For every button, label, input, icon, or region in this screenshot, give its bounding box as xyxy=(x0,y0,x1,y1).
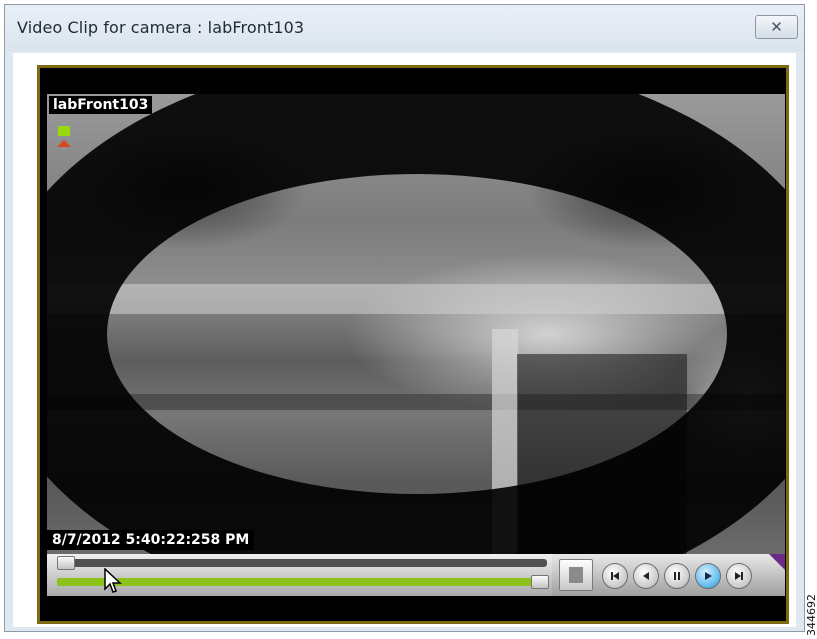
step-back-button[interactable] xyxy=(633,563,659,589)
skip-forward-button[interactable] xyxy=(726,563,752,589)
camera-label: labFront103 xyxy=(49,96,153,114)
pause-icon xyxy=(674,572,680,580)
video-frame[interactable] xyxy=(47,94,785,554)
camera-status-icon xyxy=(57,126,71,150)
step-back-icon xyxy=(643,572,649,580)
playback-controls xyxy=(47,554,785,596)
mouse-cursor-icon xyxy=(104,568,122,593)
timeline-area xyxy=(47,554,552,596)
close-button[interactable]: ✕ xyxy=(755,15,798,39)
close-icon: ✕ xyxy=(770,18,783,36)
figure-number: 344692 xyxy=(806,594,817,636)
progress-fill xyxy=(57,578,538,586)
progress-handle[interactable] xyxy=(531,575,549,589)
stop-icon xyxy=(569,567,583,583)
timestamp-overlay: 8/7/2012 5:40:22:258 PM xyxy=(47,530,255,550)
timeline-track[interactable] xyxy=(57,559,547,567)
play-icon xyxy=(705,572,712,580)
timeline-start-handle[interactable] xyxy=(57,556,75,570)
video-clip-dialog: Video Clip for camera : labFront103 ✕ la… xyxy=(4,4,805,632)
skip-back-button[interactable] xyxy=(602,563,628,589)
video-player: labFront103 8/7/2012 5:40:22:258 PM xyxy=(37,65,789,624)
dialog-content: labFront103 8/7/2012 5:40:22:258 PM xyxy=(13,53,796,627)
skip-forward-icon xyxy=(735,572,743,580)
play-button[interactable] xyxy=(695,563,721,589)
stop-button[interactable] xyxy=(559,559,593,591)
title-bar[interactable]: Video Clip for camera : labFront103 ✕ xyxy=(5,5,804,51)
progress-track[interactable] xyxy=(57,578,547,586)
video-vignette xyxy=(47,94,785,554)
skip-back-icon xyxy=(611,572,619,580)
corner-indicator xyxy=(769,554,785,570)
pause-button[interactable] xyxy=(664,563,690,589)
window-title: Video Clip for camera : labFront103 xyxy=(17,18,305,37)
